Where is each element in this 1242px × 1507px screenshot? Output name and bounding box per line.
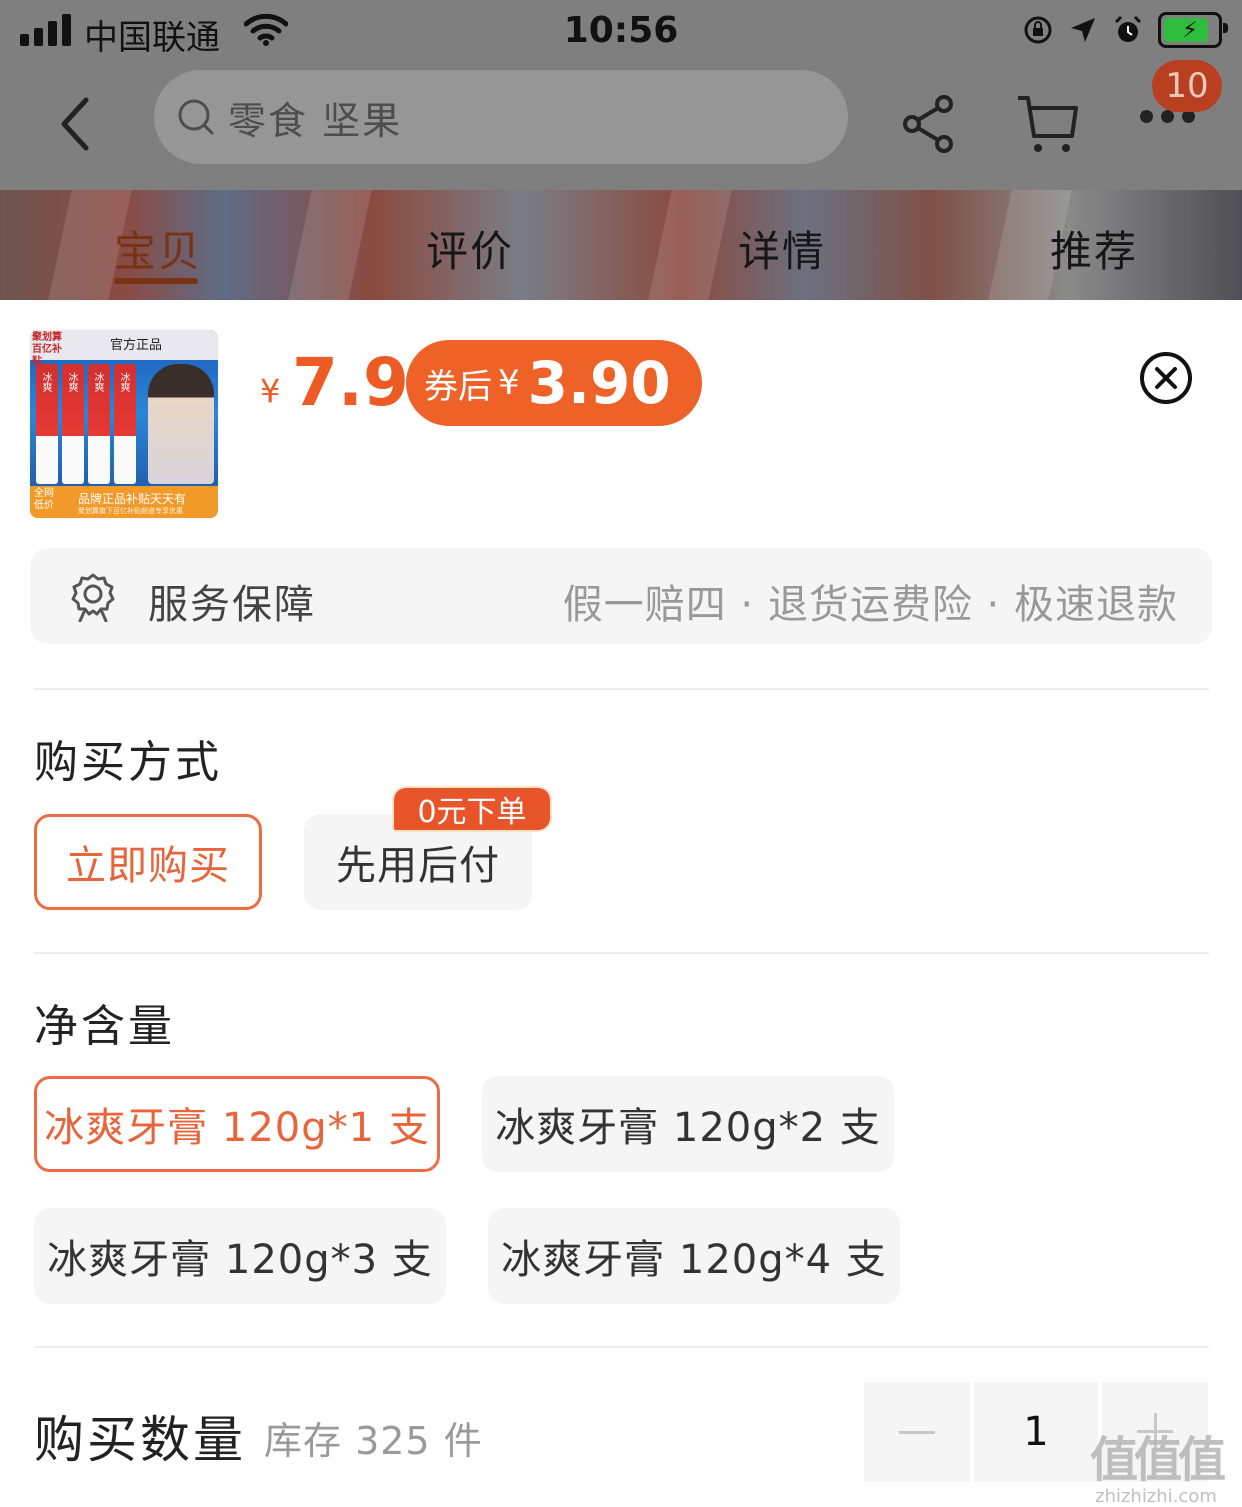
top-nav-bar: 零食 坚果 10 [0, 60, 1242, 190]
sku-option-1[interactable]: 冰爽牙膏 120g*1 支 [34, 1076, 440, 1172]
search-bar[interactable]: 零食 坚果 [154, 70, 848, 164]
share-button[interactable] [900, 92, 956, 156]
tab-product[interactable]: 宝贝 [114, 218, 202, 279]
tab-reviews[interactable]: 评价 [426, 218, 514, 279]
thumb-lowest-price-badge: 全网 低价 [34, 488, 54, 511]
site-watermark: 值值值 zhizhizhi.com [1090, 1420, 1226, 1507]
cart-button[interactable] [1016, 92, 1080, 156]
quantity-title: 购买数量 [34, 1411, 246, 1469]
sku-option-3[interactable]: 冰爽牙膏 120g*3 支 [34, 1208, 446, 1304]
close-button[interactable] [1138, 350, 1194, 406]
active-tab-indicator [114, 278, 198, 284]
divider [34, 688, 1209, 690]
price-currency-symbol: ¥ [260, 372, 281, 410]
alarm-icon [1114, 15, 1142, 42]
battery-icon: ⚡ [1158, 12, 1228, 48]
service-title: 服务保障 [148, 582, 316, 628]
service-guarantee-row[interactable]: 服务保障 假一赔四 · 退货运费险 · 极速退款 [30, 548, 1212, 644]
net-content-title: 净含量 [34, 1001, 175, 1052]
thumb-subsidy-tag: 聚划算 百亿补贴 [32, 332, 62, 367]
purchase-method-title: 购买方式 [34, 737, 222, 788]
coupon-label: 券后 [424, 366, 492, 407]
notification-badge: 10 [1152, 60, 1222, 112]
divider [34, 1346, 1209, 1348]
product-price: 7.9 [292, 344, 409, 421]
option-buy-now[interactable]: 立即购买 [34, 814, 262, 910]
product-thumbnail[interactable]: 聚划算 百亿补贴 官方正品 冰爽 冰爽 冰爽 冰爽 全网 低价 品牌正品补贴天天… [30, 330, 218, 518]
charging-bolt-icon: ⚡ [1182, 17, 1198, 43]
decrease-quantity-button[interactable] [864, 1382, 970, 1482]
more-options-button[interactable] [1140, 110, 1196, 134]
watermark-site: zhizhizhi.com [1095, 1486, 1217, 1507]
thumb-official-label: 官方正品 [110, 338, 163, 353]
sku-option-4[interactable]: 冰爽牙膏 120g*4 支 [488, 1208, 900, 1304]
location-arrow-icon [1071, 18, 1095, 42]
coupon-currency-symbol: ¥ [498, 363, 520, 403]
coupon-price-badge: 券后 ¥ 3.90 [406, 340, 702, 426]
coupon-price: 3.90 [527, 349, 671, 417]
sku-option-2[interactable]: 冰爽牙膏 120g*2 支 [482, 1076, 894, 1172]
stock-count: 库存 325 件 [264, 1419, 483, 1463]
watermark-glyphs: 值值值 [1090, 1432, 1226, 1488]
guarantee-ribbon-icon [71, 573, 115, 622]
search-icon [178, 99, 214, 135]
rotation-lock-icon [1024, 16, 1052, 44]
pay-later-promo-tag: 0元下单 [392, 786, 552, 832]
status-bar: 中国联通 10:56 ⚡ [0, 0, 1242, 64]
thumb-bottom-subtext: 聚划算旗下百亿补贴频道专享优惠 [78, 507, 183, 515]
minus-icon [899, 1430, 935, 1434]
sku-selection-sheet: 聚划算 百亿补贴 官方正品 冰爽 冰爽 冰爽 冰爽 全网 低价 品牌正品补贴天天… [0, 300, 1242, 1507]
search-placeholder: 零食 坚果 [228, 98, 403, 143]
back-button[interactable] [56, 94, 96, 154]
thumb-spokesperson [148, 364, 214, 484]
tab-details[interactable]: 详情 [738, 218, 826, 279]
page-overlay[interactable]: 中国联通 10:56 ⚡ 零食 坚果 10 宝贝 评价 详情 推荐 [0, 0, 1242, 300]
quantity-value[interactable]: 1 [974, 1382, 1098, 1482]
product-tabs: 宝贝 评价 详情 推荐 [0, 190, 1242, 300]
thumb-bottom-slogan: 品牌正品补贴天天有 [78, 492, 187, 506]
tab-recommend[interactable]: 推荐 [1050, 218, 1138, 279]
service-description: 假一赔四 · 退货运费险 · 极速退款 [562, 582, 1178, 628]
divider [34, 952, 1209, 954]
